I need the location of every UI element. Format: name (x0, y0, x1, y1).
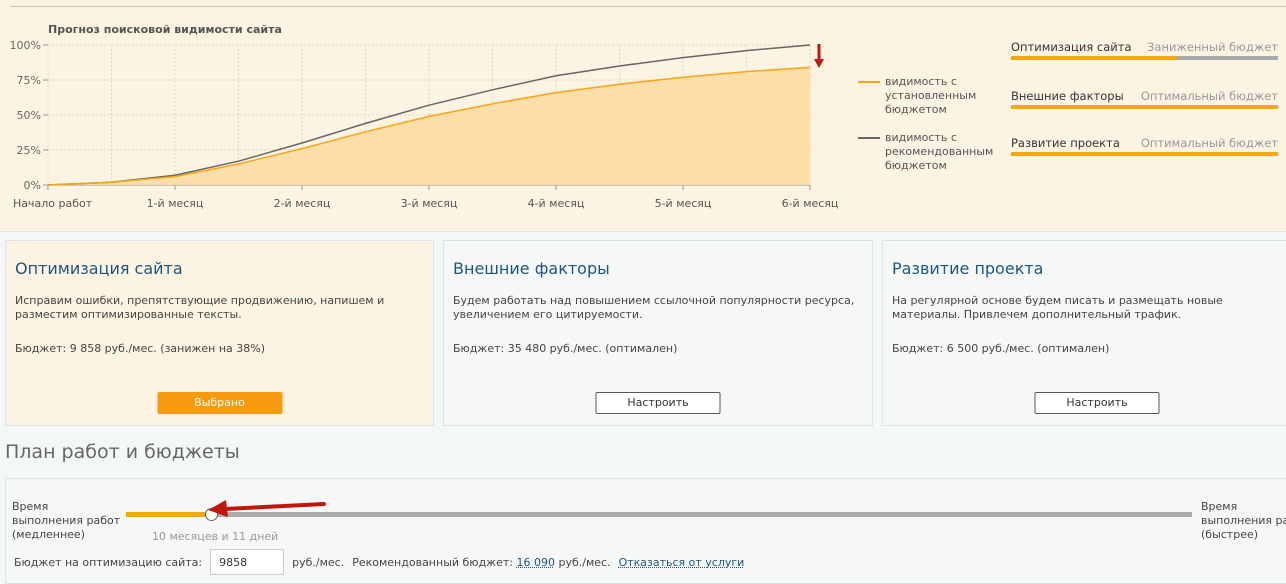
legend-item-recommended-budget: видимость с рекомендованным бюджетом (858, 131, 993, 173)
legend-label: видимость с рекомендованным бюджетом (885, 131, 994, 172)
legend-swatch (858, 137, 880, 139)
configure-button[interactable]: Настроить (595, 392, 721, 414)
x-tick-label: Начало работ (13, 197, 93, 210)
card-budget: Бюджет: 6 500 руб./мес. (оптимален) (892, 342, 1110, 355)
budget-bar (1011, 105, 1278, 109)
x-tick-label: 2-й месяц (274, 197, 331, 210)
card-description: Будем работать над повышением ссылочной … (453, 294, 855, 321)
down-arrow-icon (814, 44, 824, 68)
y-tick-label: 100% (10, 39, 41, 52)
budget-status: Заниженный бюджет (1147, 40, 1278, 54)
card-title: Внешние факторы (453, 259, 610, 278)
card-description: Исправим ошибки, препятствующие продвиже… (15, 294, 385, 321)
budget-indicator-development: Развитие проекта Оптимальный бюджет (1011, 136, 1278, 156)
forecast-panel: Прогноз поисковой видимости сайта 0% 25% 5… (0, 0, 1286, 232)
budget-status: Оптимальный бюджет (1140, 136, 1278, 150)
card-title: Развитие проекта (892, 259, 1044, 278)
service-card-external: Внешние факторы Будем работать над повыш… (443, 240, 873, 426)
recommended-budget-link[interactable]: 16 090 (516, 556, 555, 569)
budget-bar (1011, 152, 1278, 156)
slider-label-slow: Время выполнения работ (медленнее) (12, 500, 121, 541)
service-card-optimization: Оптимизация сайта Исправим ошибки, препя… (5, 240, 434, 426)
unit-label: руб./мес. (558, 555, 611, 569)
budget-name: Внешние факторы (1011, 89, 1124, 103)
budget-label: Бюджет на оптимизацию сайта: (14, 555, 203, 569)
chart-title: Прогноз поисковой видимости сайта (48, 23, 282, 36)
service-card-development: Развитие проекта На регулярной основе бу… (882, 240, 1286, 426)
configure-button[interactable]: Настроить (1034, 392, 1160, 414)
card-budget: Бюджет: 35 480 руб./мес. (оптимален) (453, 342, 678, 355)
recommended-label: Рекомендованный бюджет: (352, 555, 513, 569)
x-tick-label: 5-й месяц (655, 197, 712, 210)
budget-row: Бюджет на оптимизацию сайта: руб./мес. Р… (14, 549, 744, 575)
legend-swatch (858, 81, 880, 83)
left-arrow-icon (208, 500, 326, 517)
selected-button[interactable]: Выбрано (157, 392, 282, 414)
budget-input[interactable] (210, 549, 285, 575)
y-tick-label: 0% (24, 179, 41, 192)
slider-label-fast: Время выполнения работ (быстрее) (1201, 500, 1286, 541)
budget-name: Оптимизация сайта (1011, 40, 1132, 54)
budget-indicator-external: Внешние факторы Оптимальный бюджет (1011, 89, 1278, 109)
slider-fill (126, 512, 212, 517)
x-tick-label: 1-й месяц (147, 197, 204, 210)
x-tick-label: 6-й месяц (782, 197, 839, 210)
unit-label: руб./мес. (292, 555, 345, 569)
legend-label: видимость с установленным бюджетом (885, 75, 977, 116)
plan-panel: Время выполнения работ (медленнее) Время… (5, 478, 1286, 584)
budget-indicator-optimization: Оптимизация сайта Заниженный бюджет (1011, 40, 1278, 60)
budget-name: Развитие проекта (1011, 136, 1120, 150)
visibility-chart: Прогноз поисковой видимости сайта 0% 25% 5… (10, 23, 839, 210)
section-title: План работ и бюджеты (5, 441, 240, 463)
x-tick-label: 4-й месяц (528, 197, 585, 210)
y-tick-label: 75% (17, 74, 41, 87)
y-tick-label: 50% (17, 109, 41, 122)
y-tick-label: 25% (17, 144, 41, 157)
decline-service-link[interactable]: Отказаться от услуги (619, 556, 745, 569)
card-title: Оптимизация сайта (15, 259, 183, 278)
card-budget: Бюджет: 9 858 руб./мес. (занижен на 38%) (15, 342, 266, 355)
budget-status: Оптимальный бюджет (1140, 89, 1278, 103)
card-description: На регулярной основе будем писать и разм… (892, 294, 1223, 321)
x-tick-label: 3-й месяц (401, 197, 458, 210)
budget-bar (1011, 56, 1278, 60)
duration-label: 10 месяцев и 11 дней (152, 530, 279, 543)
legend-item-set-budget: видимость с установленным бюджетом (858, 75, 978, 117)
